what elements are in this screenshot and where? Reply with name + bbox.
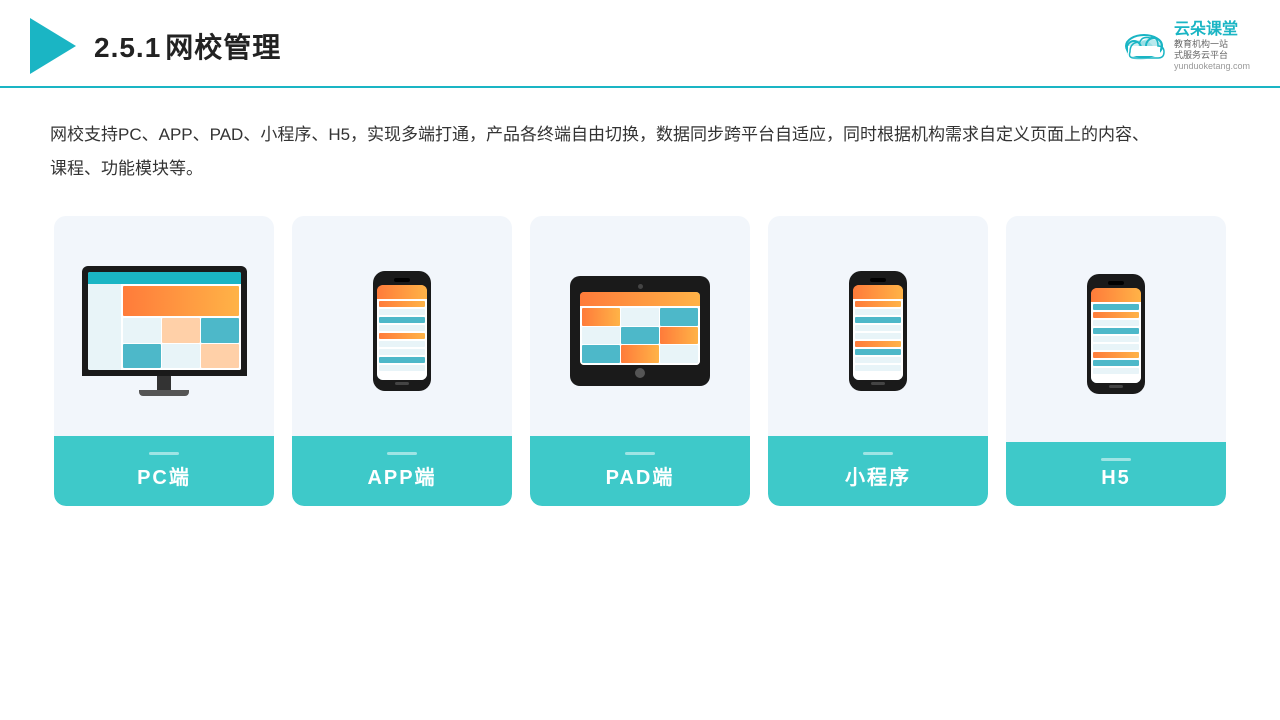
h5-phone-icon — [1087, 274, 1145, 394]
pad-card: PAD端 — [530, 216, 750, 506]
logo-triangle-icon — [30, 18, 76, 74]
pc-card: PC端 — [54, 216, 274, 506]
app-card-label: APP端 — [292, 436, 512, 506]
section-number: 2.5.1 — [94, 32, 161, 63]
brand-text: 云朵课堂 教育机构一站式服务云平台 yunduoketang.com — [1174, 20, 1250, 72]
h5-image-area — [1018, 236, 1214, 432]
miniprogram-card: 小程序 — [768, 216, 988, 506]
pc-monitor-icon — [82, 266, 247, 396]
cards-container: PC端 — [50, 216, 1230, 506]
page-title: 2.5.1网校管理 — [94, 26, 281, 66]
app-phone-icon — [373, 271, 431, 391]
h5-card: H5 — [1006, 216, 1226, 506]
brand-url: yunduoketang.com — [1174, 61, 1250, 72]
description-text: 网校支持PC、APP、PAD、小程序、H5，实现多端打通，产品各终端自由切换，数… — [50, 118, 1150, 186]
miniprogram-card-label: 小程序 — [768, 436, 988, 506]
header-right: 云朵课堂 教育机构一站式服务云平台 yunduoketang.com — [1120, 20, 1250, 72]
main-content: 网校支持PC、APP、PAD、小程序、H5，实现多端打通，产品各终端自由切换，数… — [0, 88, 1280, 526]
pad-card-label: PAD端 — [530, 436, 750, 506]
miniprogram-image-area — [780, 236, 976, 426]
title-text: 网校管理 — [165, 32, 281, 63]
app-image-area — [304, 236, 500, 426]
header-left: 2.5.1网校管理 — [30, 18, 281, 74]
pad-tablet-icon — [570, 276, 710, 386]
pc-card-label: PC端 — [54, 436, 274, 506]
pc-image-area — [66, 236, 262, 426]
brand-slogan: 教育机构一站式服务云平台 — [1174, 39, 1228, 61]
brand-logo: 云朵课堂 教育机构一站式服务云平台 yunduoketang.com — [1120, 20, 1250, 72]
h5-card-label: H5 — [1006, 442, 1226, 506]
cloud-icon — [1120, 28, 1168, 64]
brand-name: 云朵课堂 — [1174, 20, 1238, 39]
pad-image-area — [542, 236, 738, 426]
app-card: APP端 — [292, 216, 512, 506]
header: 2.5.1网校管理 云朵课堂 教育机构一站式服务云平台 yunduoketang… — [0, 0, 1280, 88]
miniprogram-phone-icon — [849, 271, 907, 391]
